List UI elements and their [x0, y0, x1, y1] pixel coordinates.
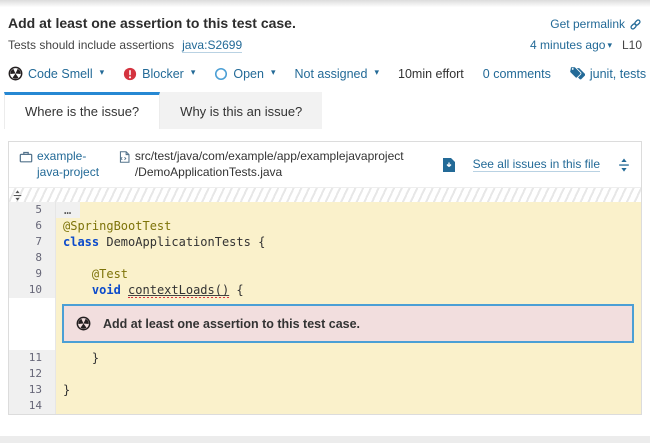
issue-header: Add at least one assertion to this test …: [0, 7, 650, 81]
line-number[interactable]: 14: [9, 398, 56, 414]
code-text: @Test: [56, 266, 641, 282]
code-lines: 5…6@SpringBootTest7class DemoApplication…: [9, 202, 641, 414]
code-viewer-card: example-java-project src/test/java/com/e…: [8, 141, 642, 415]
issue-message-box[interactable]: Add at least one assertion to this test …: [62, 304, 634, 343]
bottom-divider: [0, 436, 650, 443]
line-number[interactable]: 7: [9, 234, 56, 250]
code-line: 5…: [9, 202, 641, 218]
code-text: [56, 398, 641, 414]
caret-down-icon: ▾: [607, 40, 612, 50]
open-status-icon: [214, 67, 228, 81]
expand-lines-above-strip[interactable]: [9, 187, 641, 202]
code-text: [56, 250, 641, 266]
rule-description: Tests should include assertions: [8, 38, 174, 52]
line-number[interactable]: 11: [9, 350, 56, 366]
caret-down-icon: ▾: [374, 67, 379, 78]
status-dropdown[interactable]: Open▾: [214, 67, 275, 81]
rule-key-link[interactable]: java:S2699: [182, 38, 242, 53]
code-line: 13}: [9, 382, 641, 398]
code-line: 10 void contextLoads() {: [9, 282, 641, 298]
issue-detail-page: Add at least one assertion to this test …: [0, 0, 650, 443]
code-text: }: [56, 382, 641, 398]
expand-ellipsis[interactable]: …: [56, 202, 80, 218]
issue-row-gutter: [9, 298, 56, 350]
type-dropdown[interactable]: Code Smell▾: [8, 66, 104, 81]
file-path: src/test/java/com/example/app/examplejav…: [135, 149, 404, 180]
code-line: 9 @Test: [9, 266, 641, 282]
code-line: 12: [9, 366, 641, 382]
line-number[interactable]: 9: [9, 266, 56, 282]
issue-title: Add at least one assertion to this test …: [8, 15, 296, 31]
expand-file-button[interactable]: [617, 157, 631, 173]
pin-file-icon: [442, 157, 456, 173]
file-header: example-java-project src/test/java/com/e…: [9, 142, 641, 187]
get-permalink-link[interactable]: Get permalink: [550, 17, 642, 31]
comments-link[interactable]: 0 comments: [483, 67, 551, 81]
line-number[interactable]: 6: [9, 218, 56, 234]
project-icon: [19, 150, 33, 164]
code-text: [56, 366, 641, 382]
code-line: 7class DemoApplicationTests {: [9, 234, 641, 250]
effort-label: 10min effort: [398, 67, 464, 81]
blocker-severity-icon: [123, 67, 137, 81]
tags-dropdown[interactable]: junit, tests▾: [570, 66, 650, 81]
issue-attributes-bar: Code Smell▾ Blocker▾ Ope: [8, 66, 642, 81]
caret-down-icon: ▾: [271, 67, 276, 78]
code-text: class DemoApplicationTests {: [56, 234, 641, 250]
line-number[interactable]: 12: [9, 366, 56, 382]
code-smell-icon: [76, 316, 91, 331]
code-text: }: [56, 350, 641, 366]
issue-line-ref: L10: [622, 38, 642, 52]
tags-icon: [570, 66, 585, 81]
permalink-label: Get permalink: [550, 17, 625, 31]
line-number[interactable]: 13: [9, 382, 56, 398]
pin-file-button[interactable]: [442, 157, 456, 173]
issue-row: Add at least one assertion to this test …: [9, 298, 641, 350]
code-line: 8: [9, 250, 641, 266]
expand-vertical-icon: [12, 189, 23, 202]
caret-down-icon: ▾: [100, 67, 105, 78]
line-number[interactable]: 5: [9, 202, 56, 218]
project-link[interactable]: example-java-project: [37, 149, 106, 180]
caret-down-icon: ▾: [191, 67, 196, 78]
expand-vertical-icon: [617, 157, 631, 173]
code-text: void contextLoads() {: [56, 282, 641, 298]
code-line: 14: [9, 398, 641, 414]
line-number[interactable]: 10: [9, 282, 56, 298]
code-smell-icon-slot: [8, 66, 23, 81]
permalink-icon: [629, 18, 642, 31]
code-line: 11 }: [9, 350, 641, 366]
line-number[interactable]: 8: [9, 250, 56, 266]
code-smell-icon-slot: [76, 316, 91, 331]
code-smell-icon: [8, 66, 23, 81]
severity-dropdown[interactable]: Blocker▾: [123, 67, 195, 81]
issue-tabs: Where is the issue? Why is this an issue…: [0, 92, 650, 129]
assignee-dropdown[interactable]: Not assigned▾: [295, 67, 380, 81]
tab-why-is-this-an-issue[interactable]: Why is this an issue?: [160, 92, 322, 129]
code-line: 6@SpringBootTest: [9, 218, 641, 234]
code-text: @SpringBootTest: [56, 218, 641, 234]
file-icon: [118, 150, 131, 164]
tab-where-is-the-issue[interactable]: Where is the issue?: [4, 92, 160, 129]
changelog-dropdown[interactable]: 4 minutes ago▾: [530, 38, 612, 52]
see-all-issues-link[interactable]: See all issues in this file: [473, 157, 600, 172]
code-text: …: [56, 202, 641, 218]
issue-message: Add at least one assertion to this test …: [103, 317, 360, 331]
top-divider: [0, 0, 650, 7]
